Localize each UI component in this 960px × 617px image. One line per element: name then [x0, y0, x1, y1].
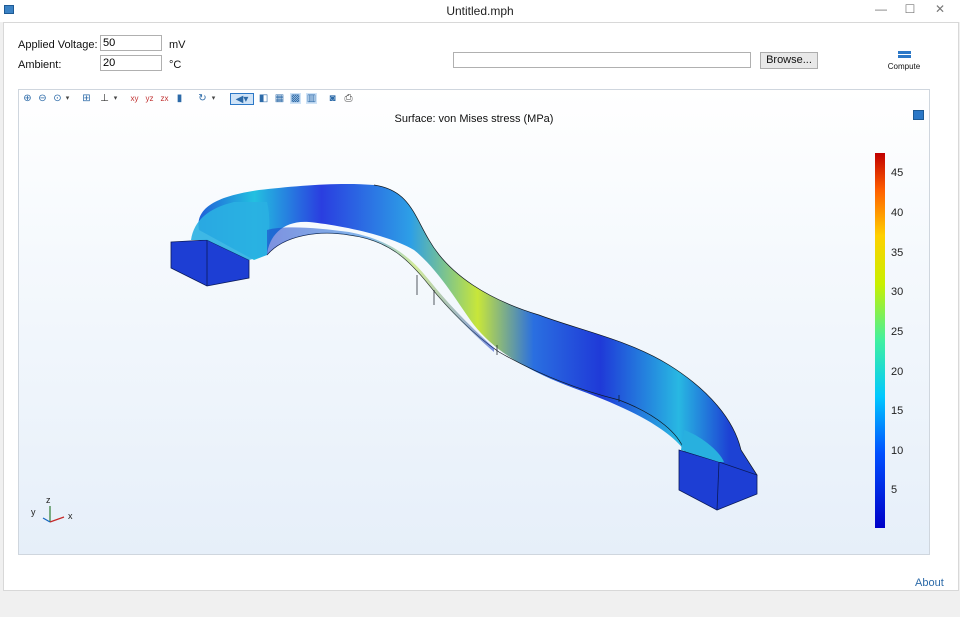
- colorbar-tick: 45: [891, 167, 904, 179]
- title-bar: Untitled.mph — ☐ ✕: [0, 0, 960, 22]
- axis-triad: [42, 506, 65, 523]
- voltage-label: Applied Voltage:: [18, 39, 98, 51]
- model-view[interactable]: [19, 90, 929, 554]
- ambient-input[interactable]: [100, 55, 162, 71]
- colorbar-tick: 35: [891, 247, 904, 259]
- window-title: Untitled.mph: [446, 4, 514, 18]
- compute-button[interactable]: Compute: [885, 51, 923, 71]
- voltage-input[interactable]: [100, 35, 162, 51]
- maximize-button[interactable]: ☐: [895, 0, 925, 20]
- ambient-unit: °C: [169, 59, 182, 71]
- ambient-label: Ambient:: [18, 59, 62, 71]
- voltage-unit: mV: [169, 39, 186, 51]
- colorbar-tick: 30: [891, 286, 904, 298]
- browse-button[interactable]: Browse...: [760, 52, 818, 69]
- colorbar-tick: 10: [891, 445, 904, 457]
- colorbar-tick: 25: [891, 326, 904, 338]
- close-button[interactable]: ✕: [925, 0, 955, 20]
- compute-icon: [897, 51, 911, 58]
- compute-label: Compute: [887, 62, 921, 71]
- z-axis-label: z: [46, 495, 51, 505]
- file-path-input[interactable]: [453, 52, 751, 68]
- x-axis-line: [49, 516, 65, 523]
- x-axis-label: x: [68, 511, 73, 521]
- colorbar-tick: 5: [891, 484, 898, 496]
- y-axis-line: [42, 517, 51, 523]
- y-axis-label: y: [31, 507, 36, 517]
- colorbar-tick: 20: [891, 366, 904, 378]
- graphics-window[interactable]: ⊕ ⊖ ⊙ ▾ ⊞ ⊥ ▾ xy yz zx ▮ ↻ ▾ ◀▾ ◧ ▦ ▩ ▥ …: [18, 89, 930, 555]
- colorbar-tick: 40: [891, 207, 904, 219]
- colorbar: [875, 153, 885, 528]
- minimize-button[interactable]: —: [866, 0, 896, 20]
- about-link[interactable]: About: [915, 577, 944, 589]
- colorbar-tick: 15: [891, 405, 904, 417]
